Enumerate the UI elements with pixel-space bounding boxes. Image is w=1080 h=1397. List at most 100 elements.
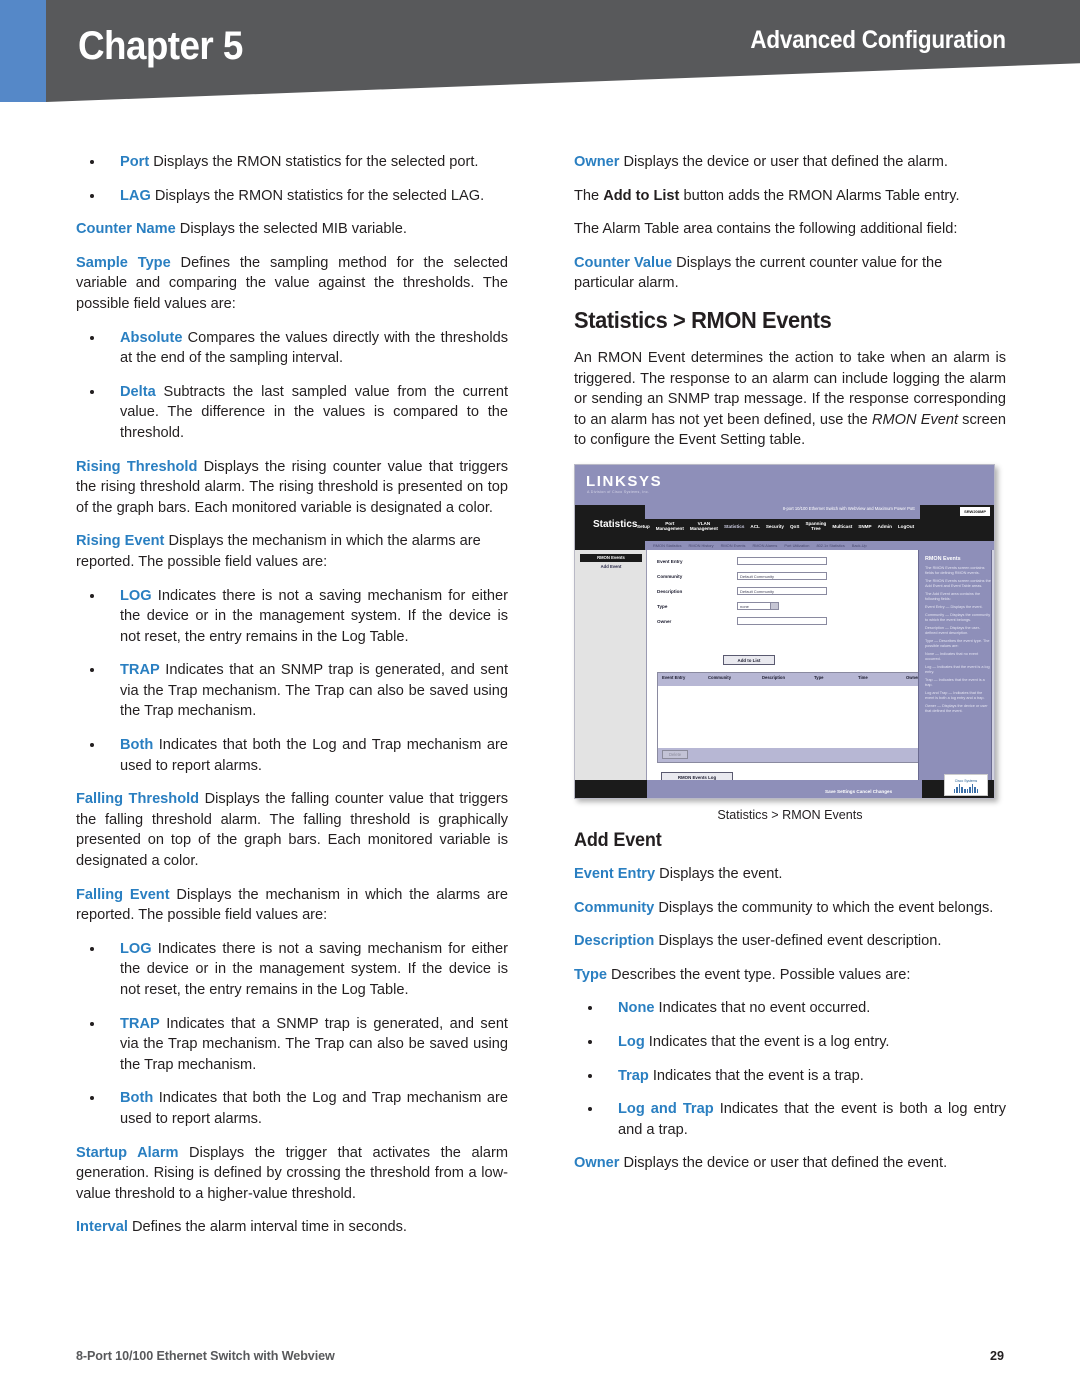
help-text: The RMON Events screen contains the Add … <box>925 578 991 588</box>
term-description: Displays the RMON statistics for the sel… <box>150 187 485 204</box>
event-table: Event Entry Community Description Type T… <box>657 671 957 763</box>
screenshot-linksys-webview: LINKSYS A Division of Cisco Systems, Inc… <box>574 463 995 799</box>
delete-button[interactable]: Delete <box>662 750 689 760</box>
list-item: Delta Subtracts the last sampled value f… <box>76 382 508 444</box>
cisco-logo-label: Cisco Systems <box>954 778 978 783</box>
term-label: LAG <box>120 187 151 204</box>
nav-item-qos[interactable]: QoS <box>790 524 799 529</box>
help-text: Description — Displays the user-defined … <box>925 625 981 635</box>
form-row-type: Type none <box>657 599 897 614</box>
nav-item-snmp[interactable]: SNMP <box>858 524 871 529</box>
nav-item-statistics[interactable]: Statistics <box>724 524 744 529</box>
term-label: LOG <box>120 587 152 604</box>
list-item: None Indicates that no event occurred. <box>574 998 1006 1019</box>
subnav-item-port-utilization[interactable]: Port Utilization <box>784 543 809 548</box>
term-label: Rising Threshold <box>76 458 198 475</box>
help-text: Owner — Displays the device or user that… <box>925 703 988 713</box>
term-label: Owner <box>574 1155 620 1172</box>
form-row-description: Description Default Community <box>657 584 897 599</box>
subnav-item-8021x-statistics[interactable]: 802.1x Statistics <box>816 543 844 548</box>
community-input[interactable]: Default Community <box>737 572 827 581</box>
term-label: Interval <box>76 1219 128 1236</box>
paragraph-event-entry: Event Entry Displays the event. <box>574 864 1006 885</box>
help-panel-title: RMON Events <box>925 555 961 562</box>
event-entry-input[interactable] <box>737 557 827 566</box>
term-description: Indicates that both the Log and Trap mec… <box>120 1090 508 1127</box>
nav-item-logout[interactable]: LogOut <box>898 524 914 529</box>
save-settings-links[interactable]: Save Settings Cancel Changes <box>825 789 892 794</box>
bullet-dot-icon <box>90 193 94 198</box>
column-header-type: Type <box>814 674 824 680</box>
nav-item-admin[interactable]: Admin <box>878 524 892 529</box>
field-label-owner: Owner <box>657 618 672 624</box>
linksys-logo: LINKSYS <box>586 472 663 490</box>
type-select[interactable]: none <box>737 602 779 611</box>
bullet-dot-icon <box>90 593 94 598</box>
subnav-item-rmon-statistics[interactable]: RMON Statistics <box>653 543 682 548</box>
subnav-item-backup[interactable]: Back-Up <box>852 543 867 548</box>
help-text: The RMON Events screen contains fields f… <box>925 565 985 575</box>
paragraph-owner-event: Owner Displays the device or user that d… <box>574 1153 1006 1174</box>
term-label: Type <box>574 966 607 983</box>
screen-section-title: Statistics <box>593 518 638 530</box>
term-description: Displays the user-defined event descript… <box>654 933 942 950</box>
device-model-badge: SRW208MP <box>960 506 990 516</box>
paragraph-type: Type Describes the event type. Possible … <box>574 965 1006 986</box>
paragraph-community: Community Displays the community to whic… <box>574 898 1006 919</box>
subnav-item-rmon-alarms[interactable]: RMON Alarms <box>753 543 778 548</box>
sidebar-item-add-event[interactable]: Add Event <box>580 564 642 569</box>
cisco-bridge-icon <box>953 783 979 793</box>
footer-document-title: 8-Port 10/100 Ethernet Switch with Webvi… <box>76 1349 335 1363</box>
help-text: Community — Displays the community to wh… <box>925 612 991 622</box>
term-description: Indicates that the event is a log entry. <box>644 1033 890 1050</box>
nav-item-setup[interactable]: Setup <box>637 524 650 529</box>
term-label: Falling Threshold <box>76 791 200 808</box>
bullet-dot-icon <box>90 1021 94 1026</box>
nav-item-port-management[interactable]: Port Management <box>656 521 684 532</box>
cisco-systems-logo: Cisco Systems <box>944 773 988 796</box>
add-to-list-button[interactable]: Add to List <box>723 654 775 665</box>
column-header-community: Community <box>708 674 732 680</box>
footer-page-number: 29 <box>989 1349 1004 1363</box>
help-text: None — Indicates that no event occurred. <box>925 651 979 661</box>
paragraph-falling-threshold: Falling Threshold Displays the falling c… <box>76 789 508 871</box>
main-navigation[interactable]: Setup Port Management VLAN Management St… <box>637 521 992 532</box>
bullet-list-falling-event: LOG Indicates there is not a saving mech… <box>76 939 508 1130</box>
nav-item-multicast[interactable]: Multicast <box>832 524 852 529</box>
chevron-down-icon[interactable] <box>770 603 778 610</box>
list-item: LOG Indicates there is not a saving mech… <box>76 939 508 1001</box>
term-description: Displays the device or user that defined… <box>619 1155 948 1172</box>
help-panel-scrollbar[interactable] <box>991 549 994 782</box>
add-event-form: Event Entry Community Default Community … <box>657 554 897 629</box>
term-label: Community <box>574 899 655 916</box>
sub-navigation[interactable]: RMON Statistics RMON History RMON Events… <box>645 540 994 550</box>
figure-caption: Statistics > RMON Events <box>717 807 863 822</box>
table-footer: Delete Cancel <box>658 747 956 762</box>
term-description: Indicates that an SNMP trap is generated… <box>120 662 508 720</box>
list-item: LAG Displays the RMON statistics for the… <box>76 186 508 207</box>
description-input[interactable]: Default Community <box>737 587 827 596</box>
nav-item-vlan-management[interactable]: VLAN Management <box>690 521 718 532</box>
term-description: Displays the RMON statistics for the sel… <box>149 154 479 170</box>
nav-item-acl[interactable]: ACL <box>750 524 759 529</box>
list-item: Log and Trap Indicates that the event is… <box>574 1099 1006 1140</box>
subsection-title: Add Event <box>574 829 662 851</box>
nav-item-spanning-tree[interactable]: Spanning Tree <box>805 521 826 532</box>
nav-item-security[interactable]: Security <box>766 524 784 529</box>
sidebar-item-rmon-events[interactable]: RMON Events <box>580 553 642 562</box>
list-item: LOG Indicates there is not a saving mech… <box>76 586 508 648</box>
list-item: Both Indicates that both the Log and Tra… <box>76 1088 508 1129</box>
subnav-item-rmon-events[interactable]: RMON Events <box>721 543 746 548</box>
list-item: Absolute Compares the values directly wi… <box>76 328 508 369</box>
form-row-event-entry: Event Entry <box>657 554 897 569</box>
term-label: Log and Trap <box>618 1101 714 1118</box>
subnav-item-rmon-history[interactable]: RMON History <box>689 543 714 548</box>
help-text: Trap — Indicates that the event is a tra… <box>925 677 985 687</box>
bullet-dot-icon <box>90 160 94 164</box>
paragraph-counter-name: Counter Name Displays the selected MIB v… <box>76 219 508 240</box>
term-label: Trap <box>618 1067 649 1084</box>
term-label: Absolute <box>120 329 183 346</box>
owner-input[interactable] <box>737 617 827 626</box>
term-description: Displays the selected MIB variable. <box>175 221 407 238</box>
term-description: Displays the community to which the even… <box>654 899 994 916</box>
